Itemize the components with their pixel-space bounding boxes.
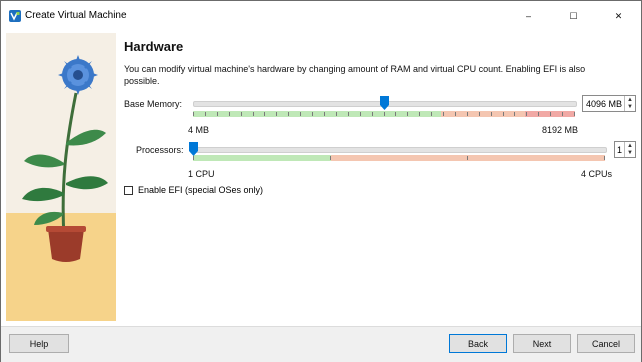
processors-label: Processors: — [136, 145, 184, 155]
scale-tick — [360, 112, 361, 116]
scale-tick — [330, 156, 331, 160]
memory-max-label: 8192 MB — [542, 125, 579, 135]
enable-efi-option[interactable]: Enable EFI (special OSes only) — [124, 185, 263, 195]
scale-tick — [550, 112, 551, 116]
close-icon: ✕ — [614, 10, 623, 21]
scale-tick — [276, 112, 277, 116]
scale-tick — [443, 112, 444, 116]
scale-tick — [395, 112, 396, 116]
scale-tick — [538, 112, 539, 116]
close-button[interactable]: ✕ — [596, 1, 641, 31]
spin-down-icon[interactable]: ▼ — [625, 150, 635, 158]
base-memory-slider-thumb[interactable] — [380, 96, 389, 110]
scale-tick — [241, 112, 242, 116]
spin-up-icon[interactable]: ▲ — [625, 142, 635, 150]
processors-slider-thumb[interactable] — [189, 142, 198, 156]
processors-ticks — [193, 155, 605, 161]
processors-max-label: 4 CPUs — [581, 169, 613, 179]
scale-tick — [562, 112, 563, 116]
scale-tick — [479, 112, 480, 116]
scale-tick — [229, 112, 230, 116]
scale-tick — [264, 112, 265, 116]
minimize-button[interactable]: – — [506, 1, 551, 31]
base-memory-spinbox[interactable]: 4096 MB ▲ ▼ — [582, 95, 636, 112]
base-memory-value[interactable]: 4096 MB — [583, 99, 624, 109]
scale-tick — [491, 112, 492, 116]
help-button[interactable]: Help — [9, 334, 69, 353]
scale-tick — [193, 156, 194, 160]
processors-spin-arrows[interactable]: ▲ ▼ — [624, 142, 635, 157]
back-button[interactable]: Back — [449, 334, 507, 353]
page-description: You can modify virtual machine's hardwar… — [124, 64, 586, 86]
maximize-icon: ☐ — [569, 10, 578, 21]
next-button[interactable]: Next — [513, 334, 571, 353]
scale-tick — [372, 112, 373, 116]
scale-tick — [324, 112, 325, 116]
scale-tick — [467, 156, 468, 160]
scale-tick — [503, 112, 504, 116]
window-title: Create Virtual Machine — [25, 10, 127, 21]
scale-tick — [336, 112, 337, 116]
scale-tick — [205, 112, 206, 116]
processors-slider[interactable] — [193, 147, 607, 153]
spin-down-icon[interactable]: ▼ — [625, 104, 635, 112]
base-memory-label: Base Memory: — [124, 99, 183, 109]
scale-tick — [467, 112, 468, 116]
page-title: Hardware — [124, 39, 184, 54]
memory-min-label: 4 MB — [188, 125, 210, 135]
memory-spin-arrows[interactable]: ▲ ▼ — [624, 96, 635, 111]
wizard-illustration — [6, 33, 116, 321]
processors-min-label: 1 CPU — [188, 169, 215, 179]
scale-tick — [348, 112, 349, 116]
processors-value[interactable]: 1 — [615, 145, 624, 155]
scale-tick — [431, 112, 432, 116]
processors-spinbox[interactable]: 1 ▲ ▼ — [614, 141, 636, 158]
scale-tick — [253, 112, 254, 116]
create-vm-dialog: Create Virtual Machine – ☐ ✕ Hardware Yo… — [0, 0, 642, 362]
memory-ticks — [193, 111, 575, 117]
scale-tick — [217, 112, 218, 116]
scale-tick — [419, 112, 420, 116]
scale-tick — [312, 112, 313, 116]
scale-tick — [604, 156, 605, 160]
virtualbox-app-icon — [9, 10, 21, 22]
scale-tick — [514, 112, 515, 116]
enable-efi-label[interactable]: Enable EFI (special OSes only) — [138, 185, 263, 195]
scale-tick — [574, 112, 575, 116]
scale-tick — [407, 112, 408, 116]
scale-tick — [193, 112, 194, 116]
scale-tick — [526, 112, 527, 116]
minimize-icon: – — [525, 11, 531, 21]
cancel-button[interactable]: Cancel — [577, 334, 635, 353]
scale-tick — [384, 112, 385, 116]
maximize-button[interactable]: ☐ — [551, 1, 596, 31]
scale-tick — [288, 112, 289, 116]
title-bar[interactable]: Create Virtual Machine – ☐ ✕ — [1, 1, 641, 31]
spin-up-icon[interactable]: ▲ — [625, 96, 635, 104]
enable-efi-checkbox[interactable] — [124, 185, 133, 195]
scale-tick — [300, 112, 301, 116]
scale-tick — [455, 112, 456, 116]
